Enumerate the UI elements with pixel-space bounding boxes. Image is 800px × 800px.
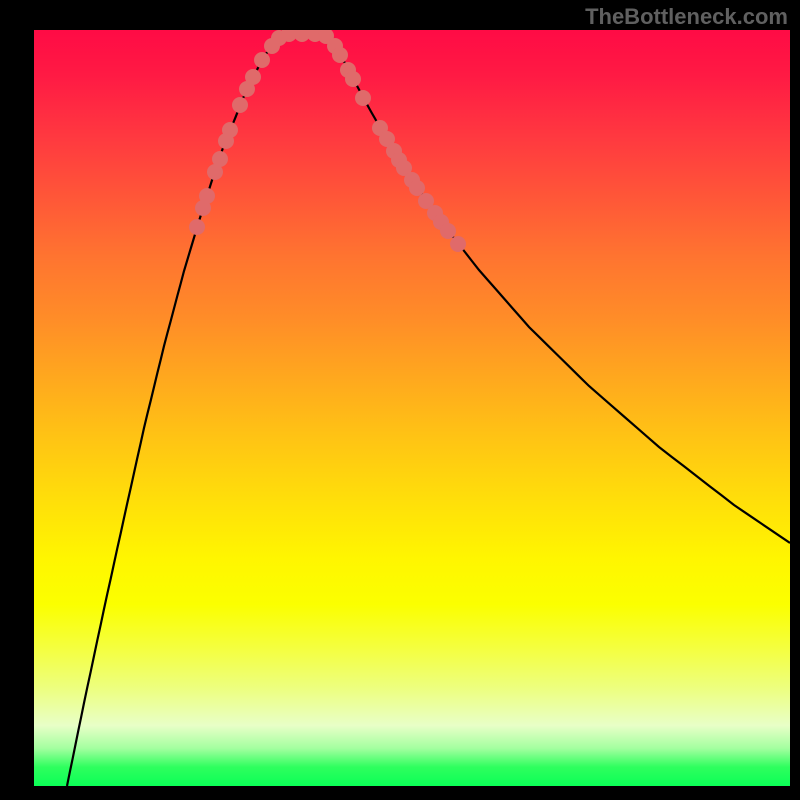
data-marker <box>332 47 348 63</box>
marker-group <box>189 30 466 252</box>
data-marker <box>440 223 456 239</box>
data-marker <box>245 69 261 85</box>
data-marker <box>212 151 228 167</box>
data-marker <box>409 180 425 196</box>
watermark-text: TheBottleneck.com <box>585 4 788 30</box>
data-marker <box>355 90 371 106</box>
data-marker <box>450 236 466 252</box>
plot-area <box>34 30 790 786</box>
chart-container: TheBottleneck.com <box>0 0 800 800</box>
marker-layer <box>34 30 790 786</box>
data-marker <box>189 219 205 235</box>
data-marker <box>199 188 215 204</box>
data-marker <box>254 52 270 68</box>
data-marker <box>345 71 361 87</box>
data-marker <box>222 122 238 138</box>
data-marker <box>232 97 248 113</box>
